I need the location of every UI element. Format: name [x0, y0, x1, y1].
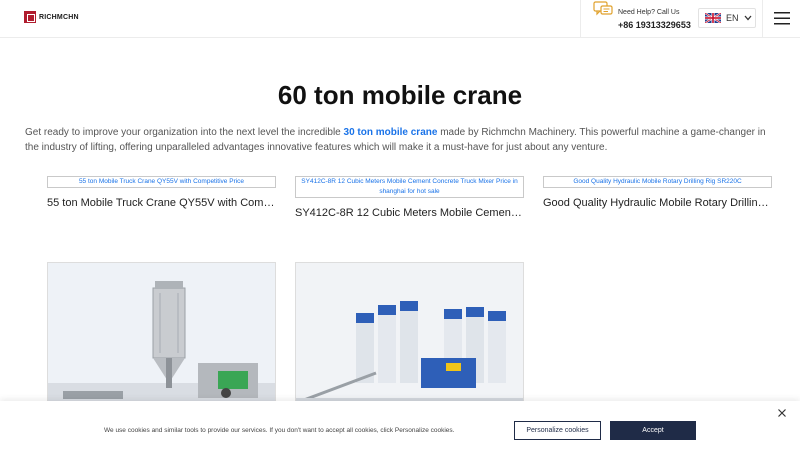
concrete-plant-image	[296, 263, 523, 411]
logo[interactable]: RICHMCHN	[24, 11, 79, 23]
product-image-batching-plant[interactable]	[47, 262, 276, 412]
product-card[interactable]: Good Quality Hydraulic Mobile Rotary Dri…	[543, 176, 772, 209]
cookie-banner: We use cookies and similar tools to prov…	[0, 401, 800, 450]
product-tag[interactable]: 55 ton Mobile Truck Crane QY55V with Com…	[47, 176, 276, 188]
product-card[interactable]: 55 ton Mobile Truck Crane QY55V with Com…	[47, 176, 276, 209]
intro-link[interactable]: 30 ton mobile crane	[344, 127, 438, 138]
logo-mark-icon	[24, 11, 36, 23]
accept-cookies-button[interactable]: Accept	[610, 421, 696, 440]
language-selector[interactable]: EN	[698, 8, 756, 28]
help-contact[interactable]: Need Help? Call Us +86 19313329653	[580, 0, 698, 38]
product-tag[interactable]: Good Quality Hydraulic Mobile Rotary Dri…	[543, 176, 772, 188]
help-phone[interactable]: +86 19313329653	[618, 20, 691, 30]
product-title[interactable]: Good Quality Hydraulic Mobile Rotary Dri…	[543, 197, 772, 209]
product-image-concrete-plant[interactable]	[295, 262, 524, 412]
intro-paragraph: Get ready to improve your organization i…	[25, 125, 775, 155]
chevron-down-icon	[744, 15, 752, 21]
intro-text-before: Get ready to improve your organization i…	[25, 127, 344, 138]
personalize-cookies-button[interactable]: Personalize cookies	[514, 421, 601, 440]
menu-button[interactable]	[762, 0, 800, 38]
logo-text: RICHMCHN	[39, 13, 79, 21]
product-title[interactable]: 55 ton Mobile Truck Crane QY55V with Com…	[47, 197, 276, 209]
page-title: 60 ton mobile crane	[277, 80, 523, 110]
uk-flag-icon	[705, 13, 721, 23]
site-header: RICHMCHN Need Help? Call Us +86 19313329…	[0, 0, 800, 38]
hamburger-menu-icon	[774, 12, 790, 25]
product-tag[interactable]: SY412C-8R 12 Cubic Meters Mobile Cement …	[295, 176, 524, 198]
language-code: EN	[726, 13, 739, 23]
close-icon[interactable]	[777, 408, 787, 418]
product-card[interactable]: SY412C-8R 12 Cubic Meters Mobile Cement …	[295, 176, 524, 219]
help-label: Need Help? Call Us	[618, 9, 680, 16]
cookie-text: We use cookies and similar tools to prov…	[104, 427, 455, 434]
product-title[interactable]: SY412C-8R 12 Cubic Meters Mobile Cement …	[295, 207, 524, 219]
batching-plant-image	[48, 263, 275, 411]
chat-support-icon	[593, 1, 613, 16]
